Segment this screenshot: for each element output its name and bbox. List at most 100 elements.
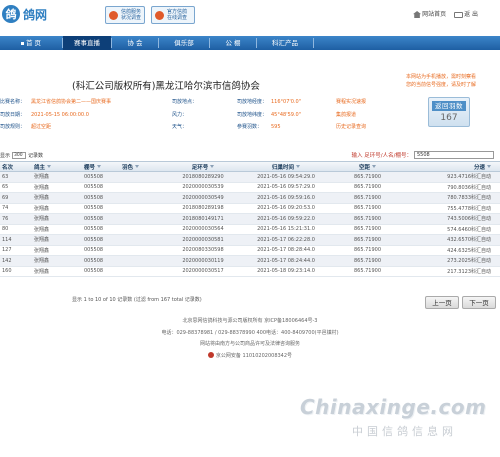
pagination: 上一页 下一页 <box>425 296 496 309</box>
cell-owner: 张翔鑫 <box>34 268 50 275</box>
watermark-cn: 中国信鸽信息网 <box>352 425 457 438</box>
cell-velocity: 755.4778科汇自动 <box>447 205 491 212</box>
cell-velocity: 574.6460科汇自动 <box>447 226 491 233</box>
cell-rank: 142 <box>2 257 12 264</box>
table-row[interactable]: 127 张翔鑫 005508 2020080330598 2021-05-17 08:2… <box>0 246 500 256</box>
cell-rank: 160 <box>2 268 12 275</box>
table-row[interactable]: 80 张翔鑫 005508 2020000030564 2021-05-16 15:21… <box>0 225 500 235</box>
cell-loft: 005508 <box>84 173 104 180</box>
cell-ring: 2020000030564 <box>182 226 224 233</box>
table-row[interactable]: 63 张翔鑫 005508 2018080289290 2021-05-16 09:54… <box>0 172 500 183</box>
returned-count-value: 167 <box>440 113 458 123</box>
cell-distance: 865.71900 <box>353 184 382 191</box>
search-control: 输入 足环号/人名/棚号： 5508 <box>352 151 494 159</box>
cell-loft: 005508 <box>84 236 104 243</box>
promo-banner-1[interactable]: 信鸽服务 状况调查 <box>105 6 145 24</box>
cell-loft: 005508 <box>84 247 104 254</box>
homepage-link[interactable]: 网站首页 <box>413 9 446 18</box>
col-ring[interactable]: 足环号 <box>168 162 238 171</box>
table-row[interactable]: 74 张翔鑫 005508 2018080289198 2021-05-16 09:20… <box>0 204 500 214</box>
cell-loft: 005508 <box>84 194 104 201</box>
cell-arrival: 2021-05-16 09:54:29.0 <box>257 173 315 180</box>
cell-arrival: 2021-05-17 08:24:44.0 <box>257 257 315 264</box>
exit-link[interactable]: 返 出 <box>454 9 478 18</box>
top-header: 鸽 鸽网 信鸽服务 状况调查 官方信鸽 在线调查 网站首页 返 出 <box>0 0 500 34</box>
nav-item-home[interactable]: 首 页 <box>0 36 62 50</box>
cell-rank: 114 <box>2 236 12 243</box>
page-size-select[interactable]: 300 <box>12 152 27 159</box>
col-loft[interactable]: 棚号 <box>84 162 124 171</box>
basketing-link[interactable]: 集鸽报道 <box>336 109 356 122</box>
cell-owner: 张翔鑫 <box>34 184 50 191</box>
cell-ring: 2020000030119 <box>182 257 224 264</box>
footer-line: 北京思网信鸽科技与源公司版权所有 京ICP备18006464号-3 <box>182 318 318 324</box>
cell-arrival: 2021-05-17 08:28:44.0 <box>257 247 315 254</box>
cell-ring: 2020000030581 <box>182 236 224 243</box>
history-link[interactable]: 历史记录查询 <box>336 121 366 134</box>
cell-color <box>122 204 152 214</box>
cell-color <box>122 256 152 266</box>
sort-icon <box>47 165 52 168</box>
entries-label: 参赛羽数： <box>237 124 263 130</box>
release-place-label: 司放地点： <box>172 99 198 105</box>
nav-item-club[interactable]: 俱乐部 <box>159 36 209 50</box>
sort-icon <box>210 165 215 168</box>
release-date-label: 司放日期： <box>0 111 26 118</box>
nav-item-loft[interactable]: 公 棚 <box>210 36 256 50</box>
cell-arrival: 2021-05-16 15:21:31.0 <box>257 226 315 233</box>
footer-police-record[interactable]: 京公网安备 11010202008342号 <box>0 351 500 363</box>
cell-ring: 2018080289290 <box>182 173 224 180</box>
cell-color <box>122 246 152 256</box>
footer-line: 网站将由南方与公司商品许可及法律咨询服务 <box>199 341 300 347</box>
table-row[interactable]: 114 张翔鑫 005508 2020000030581 2021-05-17 06:2… <box>0 235 500 246</box>
prev-page-button[interactable]: 上一页 <box>425 296 459 309</box>
cell-distance: 865.71900 <box>353 194 382 201</box>
logo-text: 鸽网 <box>23 7 48 22</box>
col-arrival[interactable]: 归巢时间 <box>246 162 326 171</box>
cell-loft: 005508 <box>84 226 104 233</box>
release-lon-value: 116°07'0.0" <box>271 99 302 105</box>
nav-item-live[interactable]: 赛事直播 <box>63 36 111 50</box>
table-row[interactable]: 76 张翔鑫 005508 2018080149171 2021-05-16 09:59… <box>0 214 500 225</box>
site-logo[interactable]: 鸽 鸽网 <box>2 3 62 25</box>
nav-item-association[interactable]: 协 会 <box>112 36 158 50</box>
cell-rank: 69 <box>2 194 9 201</box>
info-row: 司放规则： 超过空距 天气： 参赛羽数： 595 历史记录查询 <box>0 121 420 134</box>
search-input[interactable]: 5508 <box>414 151 494 159</box>
table-row[interactable]: 142 张翔鑫 005508 2020000030119 2021-05-17 08:2… <box>0 256 500 267</box>
cell-color <box>122 235 152 245</box>
cell-velocity: 780.7833科汇自动 <box>447 195 491 202</box>
cell-distance: 865.71900 <box>353 215 382 222</box>
cell-color <box>122 267 152 277</box>
results-table: 名次 鸽主 棚号 羽色 足环号 归巢时间 空距 分速 63 张翔鑫 005508 20… <box>0 161 500 277</box>
cell-owner: 张翔鑫 <box>34 258 50 265</box>
cell-owner: 张翔鑫 <box>34 247 50 254</box>
promo-banner-2[interactable]: 官方信鸽 在线调查 <box>151 6 195 24</box>
returned-count-badge: 返回羽数 167 <box>428 97 470 127</box>
live-report-link[interactable]: 赛程实况速报 <box>336 96 366 109</box>
table-row[interactable]: 69 张翔鑫 005508 2020000030549 2021-05-16 09:59… <box>0 193 500 204</box>
release-rule-value: 超过空距 <box>31 124 52 130</box>
col-rank[interactable]: 名次 <box>0 162 18 171</box>
race-info: 比赛名称： 黑龙江省信鸽协会第二——国庆赛事 司放地点： 司放地经度： 116°… <box>0 96 420 134</box>
next-page-button[interactable]: 下一页 <box>462 296 496 309</box>
cell-distance: 865.71900 <box>353 247 382 254</box>
cell-owner: 张翔鑫 <box>34 195 50 202</box>
sort-icon <box>372 165 376 168</box>
col-distance[interactable]: 空距 <box>335 162 400 171</box>
sort-icon <box>296 165 300 168</box>
col-velocity[interactable]: 分速 <box>415 162 495 171</box>
table-body: 63 张翔鑫 005508 2018080289290 2021-05-16 09:54… <box>0 172 500 277</box>
info-row: 比赛名称： 黑龙江省信鸽协会第二——国庆赛事 司放地点： 司放地经度： 116°… <box>0 96 420 109</box>
col-owner[interactable]: 鸽主 <box>34 162 64 171</box>
cell-color <box>122 183 152 193</box>
info-row: 司放日期： 2021-05-15 06:00:00.0 风力： 司放地纬度： 4… <box>0 109 420 122</box>
table-row[interactable]: 65 张翔鑫 005508 2020000030539 2021-05-16 09:57… <box>0 183 500 193</box>
cell-owner: 张翔鑫 <box>34 237 50 244</box>
cell-velocity: 273.2025科汇自动 <box>447 258 491 265</box>
table-header: 名次 鸽主 棚号 羽色 足环号 归巢时间 空距 分速 <box>0 161 500 172</box>
col-color[interactable]: 羽色 <box>122 162 152 171</box>
table-row[interactable]: 160 张翔鑫 005508 2020000030517 2021-05-18 09:2… <box>0 267 500 277</box>
cell-loft: 005508 <box>84 257 104 264</box>
nav-item-products[interactable]: 科汇产品 <box>257 36 313 50</box>
